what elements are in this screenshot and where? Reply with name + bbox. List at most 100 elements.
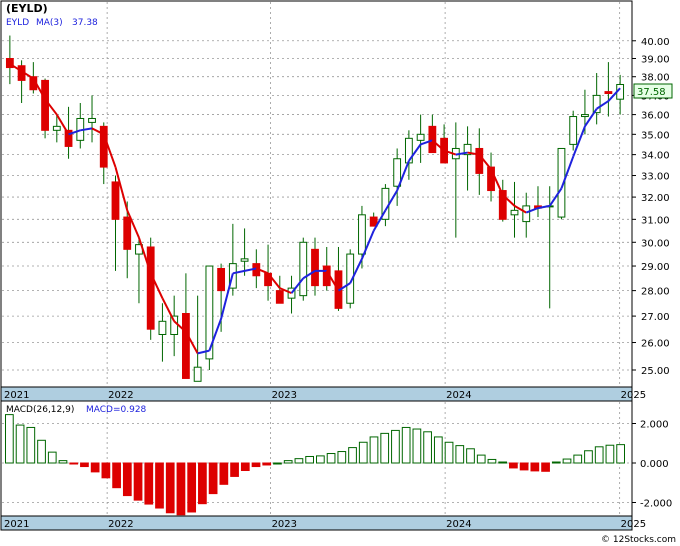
macd-bar-positive <box>551 461 561 464</box>
macd-bar-positive <box>498 461 508 464</box>
last-price-label: 37.58 <box>637 87 666 98</box>
macd-bar-negative <box>251 462 261 468</box>
macd-bar-negative <box>165 462 175 514</box>
macd-bar-positive <box>401 426 411 464</box>
candle-down <box>604 91 613 94</box>
macd-bar-positive <box>316 455 325 464</box>
macd-x-tick-label: 2021 <box>4 519 29 530</box>
candle-up <box>522 205 531 223</box>
footer-credit: © 12Stocks.com <box>601 535 676 545</box>
candle-up <box>240 258 249 262</box>
macd-bar-positive <box>444 441 454 464</box>
macd-bar-positive <box>369 436 379 464</box>
price-y-tick-label: 34.00 <box>641 151 670 162</box>
chart-title: (EYLD) <box>6 2 48 15</box>
macd-bar-negative <box>144 462 154 505</box>
macd-x-tick-label: 2025 <box>621 519 646 530</box>
macd-bar-positive <box>466 448 475 464</box>
candle-down <box>428 125 437 154</box>
macd-bar-positive <box>476 454 486 464</box>
macd-y-tick-label: 0.000 <box>640 459 669 470</box>
candle-up <box>581 114 589 118</box>
price-y-tick-label: 31.00 <box>641 215 670 226</box>
macd-bar-positive <box>294 458 304 464</box>
candle-down <box>41 79 49 131</box>
macd-bar-negative <box>112 462 121 489</box>
macd-y-tick-label: 2.000 <box>640 420 669 431</box>
macd-bar-negative <box>541 462 550 472</box>
chart-canvas: 25.00 26.00 27.00 28.00 29.00 30.00 31.00 32.00… <box>0 0 676 545</box>
macd-bar-positive <box>358 441 368 464</box>
price-y-tick-label: 30.00 <box>641 238 670 249</box>
price-x-axis-strip <box>0 386 633 402</box>
legend-symbol: EYLD <box>6 18 29 28</box>
price-y-tick-label: 33.00 <box>641 172 670 183</box>
candle-up <box>569 116 578 145</box>
macd-bar-positive <box>616 444 625 464</box>
macd-bar-positive <box>305 455 314 464</box>
macd-bar-negative <box>101 462 111 479</box>
candle-up <box>158 320 167 335</box>
macd-bar-positive <box>37 439 46 464</box>
macd-bar-positive <box>562 458 572 464</box>
macd-legend-label: MACD(26,12,9) <box>6 405 74 415</box>
macd-bar-positive <box>573 454 583 464</box>
macd-bar-negative <box>240 462 250 472</box>
macd-bar-negative <box>198 462 207 505</box>
price-x-tick-label: 2025 <box>621 390 646 401</box>
macd-x-tick-label: 2022 <box>108 519 133 530</box>
macd-bar-negative <box>90 462 100 473</box>
macd-x-axis-strip <box>0 515 633 531</box>
macd-bar-positive <box>273 462 282 465</box>
macd-bar-positive <box>5 414 14 464</box>
candle-up <box>510 209 519 216</box>
macd-bar-positive <box>326 453 336 464</box>
macd-bar-negative <box>530 462 540 472</box>
macd-bar-negative <box>176 462 186 516</box>
macd-bar-positive <box>412 428 422 464</box>
macd-bar-positive <box>584 450 593 464</box>
macd-bar-positive <box>26 426 36 464</box>
macd-bar-positive <box>605 444 615 464</box>
macd-bar-negative <box>155 462 164 509</box>
candle-down <box>275 290 284 304</box>
macd-bar-negative <box>133 462 143 501</box>
macd-bar-positive <box>391 429 400 464</box>
macd-bar-negative <box>230 462 239 477</box>
price-x-tick-label: 2023 <box>272 390 297 401</box>
macd-bar-positive <box>348 447 357 464</box>
candle-up <box>170 315 179 335</box>
candle-down <box>146 246 155 330</box>
candle-up <box>299 241 308 297</box>
macd-bar-positive <box>380 432 390 464</box>
price-y-tick-label: 38.00 <box>641 73 670 84</box>
macd-bar-negative <box>187 462 197 513</box>
price-y-tick-label: 25.00 <box>641 366 670 377</box>
macd-bar-positive <box>283 460 293 464</box>
candle-up <box>193 366 202 382</box>
price-x-tick-label: 2021 <box>4 390 29 401</box>
price-x-tick-label: 2024 <box>446 390 471 401</box>
macd-bar-positive <box>487 458 497 464</box>
legend-ma-label: MA(3) <box>36 18 63 28</box>
candle-down <box>217 267 226 292</box>
price-y-tick-label: 27.00 <box>641 312 670 323</box>
macd-x-tick-label: 2023 <box>272 519 297 530</box>
price-y-tick-label: 39.00 <box>641 55 670 66</box>
candle-down <box>311 248 319 287</box>
price-y-tick-label: 28.00 <box>641 287 670 298</box>
candle-up <box>52 125 61 131</box>
price-y-tick-label: 29.00 <box>641 262 670 273</box>
macd-bar-positive <box>337 451 347 464</box>
macd-bar-positive <box>455 445 465 464</box>
macd-bar-negative <box>519 462 529 471</box>
price-y-tick-label: 32.00 <box>641 193 670 204</box>
price-y-tick-label: 26.00 <box>641 339 670 350</box>
macd-bar-negative <box>509 462 518 469</box>
candle-up <box>416 133 425 141</box>
macd-x-tick-label: 2024 <box>446 519 471 530</box>
macd-bar-negative <box>219 462 229 485</box>
macd-bar-negative <box>80 462 89 468</box>
macd-bar-negative <box>69 462 79 465</box>
price-y-tick-label: 36.00 <box>641 111 670 122</box>
